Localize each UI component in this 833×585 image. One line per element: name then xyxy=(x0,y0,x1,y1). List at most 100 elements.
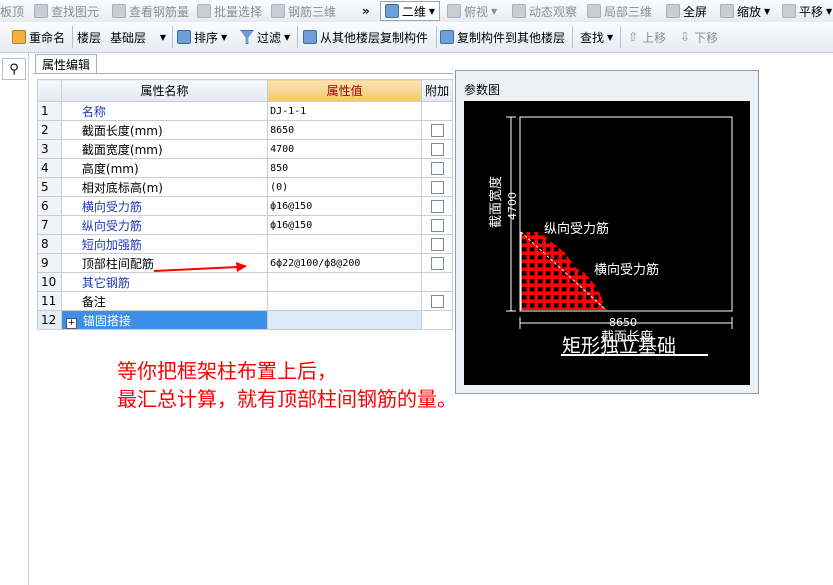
property-value-cell[interactable]: 4700 xyxy=(267,139,423,159)
extra-checkbox[interactable] xyxy=(430,219,444,232)
table-row[interactable]: 7 纵向受力筋 ф16@150 xyxy=(37,215,453,235)
floor-select[interactable]: 基础层 ▼ xyxy=(105,22,171,52)
extra-checkbox[interactable] xyxy=(430,181,444,194)
property-name-text: 相对底标高(m) xyxy=(81,180,163,195)
batch-select-button[interactable]: 批量选择 xyxy=(197,0,262,22)
property-value-cell[interactable]: ф16@150 xyxy=(267,196,423,216)
extra-checkbox[interactable] xyxy=(430,257,444,270)
extra-checkbox[interactable] xyxy=(430,162,444,175)
property-name-cell[interactable]: 顶部柱间配筋 xyxy=(60,253,269,273)
orbit-button[interactable]: 动态观察 xyxy=(512,0,577,22)
property-name-text: 高度(mm) xyxy=(81,161,139,176)
property-name-text: 锚固搭接 xyxy=(82,313,131,328)
extra-checkbox[interactable] xyxy=(430,200,444,213)
local-3d-icon xyxy=(587,4,601,18)
copy-from-floor-button[interactable]: 从其他楼层复制构件 xyxy=(303,22,428,52)
property-name-cell[interactable]: 短向加强筋 xyxy=(60,234,269,254)
property-value-cell[interactable]: 850 xyxy=(267,158,423,178)
copy-to-floor-button[interactable]: 复制构件到其他楼层 xyxy=(440,22,565,52)
row-number: 4 xyxy=(37,158,62,178)
component-list-pane: ⚲ xyxy=(0,53,29,585)
property-name-cell[interactable]: 相对底标高(m) xyxy=(60,177,269,197)
property-name-cell[interactable]: 横向受力筋 xyxy=(60,196,269,216)
property-name-text: 备注 xyxy=(81,294,106,309)
row-number: 2 xyxy=(37,120,62,140)
top-view-button[interactable]: 俯视 ▼ xyxy=(447,0,497,22)
annotation-note: 等你把框架柱布置上后， 最汇总计算，就有顶部柱间钢筋的量。 xyxy=(117,359,457,411)
table-row[interactable]: 5 相对底标高(m) (0) xyxy=(37,177,453,197)
fullscreen-button[interactable]: 全屏 xyxy=(666,0,707,22)
sort-button[interactable]: 排序 ▼ xyxy=(177,22,227,52)
property-value-cell[interactable]: (0) xyxy=(267,177,423,197)
tab-property-edit[interactable]: 属性编辑 xyxy=(35,54,98,74)
property-name-cell[interactable]: + 锚固搭接 xyxy=(60,310,269,330)
property-name-cell[interactable]: 其它钢筋 xyxy=(60,272,269,292)
table-row[interactable]: 6 横向受力筋 ф16@150 xyxy=(37,196,453,216)
table-row[interactable]: 12 + 锚固搭接 xyxy=(37,310,453,330)
2d-view-dropdown[interactable]: 二维 ▼ xyxy=(380,0,440,22)
property-value-cell[interactable] xyxy=(267,310,423,330)
move-down-button[interactable]: ⇩ 下移 xyxy=(680,22,718,52)
zoom-icon xyxy=(720,4,734,18)
top-view-icon xyxy=(447,4,461,18)
extra-cell xyxy=(421,101,453,121)
beam-top-button[interactable]: 板顶 xyxy=(0,0,24,22)
move-up-button[interactable]: ⇧ 上移 xyxy=(628,22,666,52)
extra-checkbox[interactable] xyxy=(430,124,444,137)
rename-icon xyxy=(12,30,26,44)
property-value-cell[interactable]: 8650 xyxy=(267,120,423,140)
search-icon: ⚲ xyxy=(9,61,19,77)
property-value-cell[interactable] xyxy=(267,291,423,311)
property-value-cell[interactable] xyxy=(267,272,423,292)
diagram-caption: 矩形独立基础 xyxy=(562,335,676,357)
table-row[interactable]: 9 顶部柱间配筋 6ф22@100/ф8@200 xyxy=(37,253,453,273)
table-row[interactable]: 1 名称 DJ-1-1 xyxy=(37,101,453,121)
zoom-button[interactable]: 缩放 ▼ xyxy=(720,0,770,22)
extra-checkbox[interactable] xyxy=(430,143,444,156)
filter-button[interactable]: 过滤 ▼ xyxy=(240,22,290,52)
property-name-cell[interactable]: 截面长度(mm) xyxy=(60,120,269,140)
extra-cell xyxy=(421,272,453,292)
row-number: 6 xyxy=(37,196,62,216)
table-row[interactable]: 4 高度(mm) 850 xyxy=(37,158,453,178)
search-button[interactable]: ⚲ xyxy=(2,58,26,80)
chevron-down-icon: ▼ xyxy=(428,6,435,16)
rebar-quantity-button[interactable]: 查看钢筋量 xyxy=(112,0,189,22)
extra-header[interactable]: 附加 xyxy=(421,79,453,102)
pan-button[interactable]: 平移 ▼ xyxy=(782,0,832,22)
property-name-cell[interactable]: 名称 xyxy=(60,101,269,121)
table-row[interactable]: 8 短向加强筋 xyxy=(37,234,453,254)
rebar-quantity-icon xyxy=(112,4,126,18)
rebar-3d-button[interactable]: 钢筋三维 xyxy=(271,0,336,22)
property-name-header[interactable]: 属性名称 xyxy=(60,79,269,102)
find-button[interactable]: 查找 ▼ xyxy=(580,22,613,52)
table-row[interactable]: 10 其它钢筋 xyxy=(37,272,453,292)
row-number-header xyxy=(37,79,62,102)
expand-icon[interactable]: + xyxy=(65,317,77,329)
table-row[interactable]: 2 截面长度(mm) 8650 xyxy=(37,120,453,140)
extra-checkbox[interactable] xyxy=(430,238,444,251)
property-value-cell[interactable]: ф16@150 xyxy=(267,215,423,235)
property-value-header[interactable]: 属性值 xyxy=(267,79,423,102)
extra-cell xyxy=(421,139,453,159)
rename-button[interactable]: 重命名 xyxy=(12,22,65,52)
property-value-cell[interactable]: DJ-1-1 xyxy=(267,101,423,121)
width-label: 截面宽度 xyxy=(488,176,504,228)
property-name-cell[interactable]: 高度(mm) xyxy=(60,158,269,178)
toolbar-divider xyxy=(620,26,621,48)
toolbar-overflow[interactable]: » xyxy=(362,0,370,22)
local-3d-button[interactable]: 局部三维 xyxy=(587,0,652,22)
property-name-text: 截面宽度(mm) xyxy=(81,142,163,157)
row-number: 1 xyxy=(37,101,62,121)
chevron-down-icon: ▼ xyxy=(284,32,291,42)
table-row[interactable]: 3 截面宽度(mm) 4700 xyxy=(37,139,453,159)
property-value-cell[interactable]: 6ф22@100/ф8@200 xyxy=(267,253,423,273)
find-element-button[interactable]: 查找图元 xyxy=(34,0,99,22)
property-value-cell[interactable] xyxy=(267,234,423,254)
row-number: 5 xyxy=(37,177,62,197)
extra-checkbox[interactable] xyxy=(430,295,444,308)
property-name-cell[interactable]: 纵向受力筋 xyxy=(60,215,269,235)
property-name-cell[interactable]: 截面宽度(mm) xyxy=(60,139,269,159)
property-name-cell[interactable]: 备注 xyxy=(60,291,269,311)
table-row[interactable]: 11 备注 xyxy=(37,291,453,311)
